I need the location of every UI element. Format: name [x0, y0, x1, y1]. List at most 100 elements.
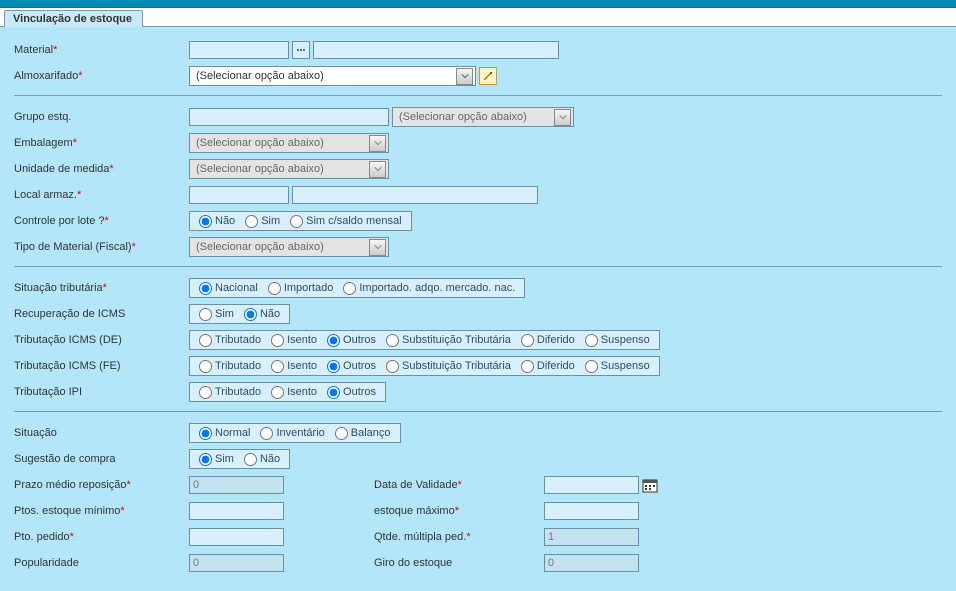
- popularidade-input[interactable]: [189, 554, 284, 572]
- controle_lote-radio-0[interactable]: [199, 215, 212, 228]
- controle_lote-radio-2[interactable]: [290, 215, 303, 228]
- tributacao_icms_de-radio-0[interactable]: [199, 334, 212, 347]
- label-tributacao-icms-fe: Tributação ICMS (FE): [14, 360, 189, 372]
- controle_lote-option-2[interactable]: Sim c/saldo mensal: [285, 215, 406, 228]
- controle_lote-radio-1[interactable]: [245, 215, 258, 228]
- data-validade-input[interactable]: [544, 476, 639, 494]
- controle_lote-option-0[interactable]: Não: [194, 215, 240, 228]
- pto-pedido-input[interactable]: [189, 528, 284, 546]
- prazo-medio-input[interactable]: [189, 476, 284, 494]
- controle_lote-option-1[interactable]: Sim: [240, 215, 285, 228]
- qtde-multipla-input[interactable]: [544, 528, 639, 546]
- tributacao_icms_fe-option-5[interactable]: Suspenso: [580, 360, 655, 373]
- almoxarifado-edit-button[interactable]: [479, 67, 497, 85]
- label-popularidade: Popularidade: [14, 557, 189, 569]
- label-tipo-material: Tipo de Material (Fiscal)*: [14, 241, 189, 253]
- tributacao_icms_de-option-3[interactable]: Substituição Tributária: [381, 334, 516, 347]
- tributacao_icms_de-option-1[interactable]: Isento: [266, 334, 322, 347]
- label-recuperacao-icms: Recuperação de ICMS: [14, 308, 189, 320]
- recuperacao_icms-radio-1[interactable]: [244, 308, 257, 321]
- tributacao_icms_fe-option-4[interactable]: Diferido: [516, 360, 580, 373]
- tributacao_icms_fe-radio-3[interactable]: [386, 360, 399, 373]
- label-pto-pedido: Pto. pedido*: [14, 531, 189, 543]
- material-lookup-button[interactable]: [292, 41, 310, 59]
- estoque-max-input[interactable]: [544, 502, 639, 520]
- embalagem-select[interactable]: (Selecionar opção abaixo): [189, 133, 389, 153]
- row-pedido-multipla: Pto. pedido* Qtde. múltipla ped.*: [14, 526, 942, 548]
- tributacao_icms_fe-option-1[interactable]: Isento: [266, 360, 322, 373]
- grupo-estq-input[interactable]: [189, 108, 389, 126]
- tributacao_icms_de-radio-3[interactable]: [386, 334, 399, 347]
- giro-estoque-input[interactable]: [544, 554, 639, 572]
- sugestao_compra-option-1[interactable]: Não: [239, 453, 285, 466]
- unidade-select[interactable]: (Selecionar opção abaixo): [189, 159, 389, 179]
- ptos-min-input[interactable]: [189, 502, 284, 520]
- tributacao_icms_fe-option-2[interactable]: Outros: [322, 360, 381, 373]
- label-sugestao-compra: Sugestão de compra: [14, 453, 189, 465]
- almoxarifado-select[interactable]: (Selecionar opção abaixo): [189, 66, 476, 86]
- situacao_tributaria-radio-0[interactable]: [199, 282, 212, 295]
- local-armaz-desc-input[interactable]: [292, 186, 538, 204]
- tipo-material-select[interactable]: (Selecionar opção abaixo): [189, 237, 389, 257]
- row-unidade: Unidade de medida* (Selecionar opção aba…: [14, 158, 942, 180]
- tributacao_icms_de-label-2: Outros: [343, 334, 376, 346]
- situacao_tributaria-radio-1[interactable]: [268, 282, 281, 295]
- situacao_tributaria-option-0[interactable]: Nacional: [194, 282, 263, 295]
- recuperacao_icms-option-1[interactable]: Não: [239, 308, 285, 321]
- situacao_tributaria-label-0: Nacional: [215, 282, 258, 294]
- select-arrow-icon: [369, 239, 386, 256]
- row-material: Material*: [14, 39, 942, 61]
- situacao-option-1[interactable]: Inventário: [255, 427, 329, 440]
- tributacao_icms_fe-label-3: Substituição Tributária: [402, 360, 511, 372]
- sugestao_compra-radio-0[interactable]: [199, 453, 212, 466]
- recuperacao_icms-radio-0[interactable]: [199, 308, 212, 321]
- situacao-option-2[interactable]: Balanço: [330, 427, 396, 440]
- tributacao_icms_de-option-0[interactable]: Tributado: [194, 334, 266, 347]
- row-estoque-min-max: Ptos. estoque mínimo* estoque máximo*: [14, 500, 942, 522]
- sugestao_compra-option-0[interactable]: Sim: [194, 453, 239, 466]
- tributacao_ipi-option-2[interactable]: Outros: [322, 386, 381, 399]
- tributacao_icms_de-radio-5[interactable]: [585, 334, 598, 347]
- material-code-input[interactable]: [189, 41, 289, 59]
- row-tributacao-icms-de: Tributação ICMS (DE) TributadoIsentoOutr…: [14, 329, 942, 351]
- tributacao_icms_de-radio-1[interactable]: [271, 334, 284, 347]
- tributacao_icms_de-radio-2[interactable]: [327, 334, 340, 347]
- tributacao_icms_fe-radio-4[interactable]: [521, 360, 534, 373]
- situacao-radio-1[interactable]: [260, 427, 273, 440]
- situacao_tributaria-radio-2[interactable]: [343, 282, 356, 295]
- tributacao_icms_de-option-2[interactable]: Outros: [322, 334, 381, 347]
- tributacao_icms_de-option-4[interactable]: Diferido: [516, 334, 580, 347]
- situacao-radio-0[interactable]: [199, 427, 212, 440]
- local-armaz-code-input[interactable]: [189, 186, 289, 204]
- tributacao_icms_fe-option-3[interactable]: Substituição Tributária: [381, 360, 516, 373]
- sugestao_compra-radio-1[interactable]: [244, 453, 257, 466]
- tributacao_icms_fe-radio-0[interactable]: [199, 360, 212, 373]
- tributacao_ipi-radio-2[interactable]: [327, 386, 340, 399]
- tributacao_icms_de-radio-4[interactable]: [521, 334, 534, 347]
- situacao-label-1: Inventário: [276, 427, 324, 439]
- grupo-estq-select[interactable]: (Selecionar opção abaixo): [392, 107, 574, 127]
- row-recuperacao-icms: Recuperação de ICMS SimNão: [14, 303, 942, 325]
- tab-vinculacao[interactable]: Vinculação de estoque: [4, 10, 143, 27]
- tributacao_icms_fe-option-0[interactable]: Tributado: [194, 360, 266, 373]
- situacao-option-0[interactable]: Normal: [194, 427, 255, 440]
- tributacao_icms_fe-radio-5[interactable]: [585, 360, 598, 373]
- recuperacao_icms-option-0[interactable]: Sim: [194, 308, 239, 321]
- tributacao_ipi-option-0[interactable]: Tributado: [194, 386, 266, 399]
- situacao_tributaria-option-1[interactable]: Importado: [263, 282, 339, 295]
- tributacao_icms_fe-radio-1[interactable]: [271, 360, 284, 373]
- material-desc-input[interactable]: [313, 41, 559, 59]
- separator: [14, 411, 942, 412]
- situacao_tributaria-option-2[interactable]: Importado. adqo. mercado. nac.: [338, 282, 520, 295]
- tributacao_icms_fe-label-5: Suspenso: [601, 360, 650, 372]
- calendar-icon[interactable]: [642, 477, 658, 493]
- tributacao_ipi-option-1[interactable]: Isento: [266, 386, 322, 399]
- tributacao_icms_fe-label-0: Tributado: [215, 360, 261, 372]
- situacao-radio-2[interactable]: [335, 427, 348, 440]
- tributacao_icms_de-label-0: Tributado: [215, 334, 261, 346]
- tributacao_ipi-radio-0[interactable]: [199, 386, 212, 399]
- tributacao_icms_fe-radio-2[interactable]: [327, 360, 340, 373]
- situacao_tributaria-label-2: Importado. adqo. mercado. nac.: [359, 282, 515, 294]
- tributacao_icms_de-option-5[interactable]: Suspenso: [580, 334, 655, 347]
- tributacao_ipi-radio-1[interactable]: [271, 386, 284, 399]
